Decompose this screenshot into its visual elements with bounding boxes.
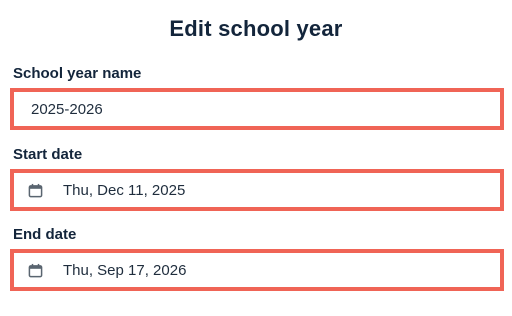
school-year-name-value: 2025-2026 bbox=[31, 100, 103, 118]
end-date-input[interactable]: Thu, Sep 17, 2026 bbox=[10, 249, 504, 291]
start-date-label: Start date bbox=[13, 146, 83, 163]
school-year-name-input[interactable]: 2025-2026 bbox=[10, 88, 504, 130]
calendar-icon[interactable] bbox=[28, 263, 43, 278]
calendar-icon[interactable] bbox=[28, 183, 43, 198]
end-date-label: End date bbox=[13, 226, 77, 243]
start-date-value: Thu, Dec 11, 2025 bbox=[63, 181, 186, 199]
school-year-name-label: School year name bbox=[13, 65, 142, 82]
start-date-input[interactable]: Thu, Dec 11, 2025 bbox=[10, 169, 504, 211]
end-date-value: Thu, Sep 17, 2026 bbox=[63, 261, 187, 279]
dialog-title: Edit school year bbox=[169, 16, 343, 41]
